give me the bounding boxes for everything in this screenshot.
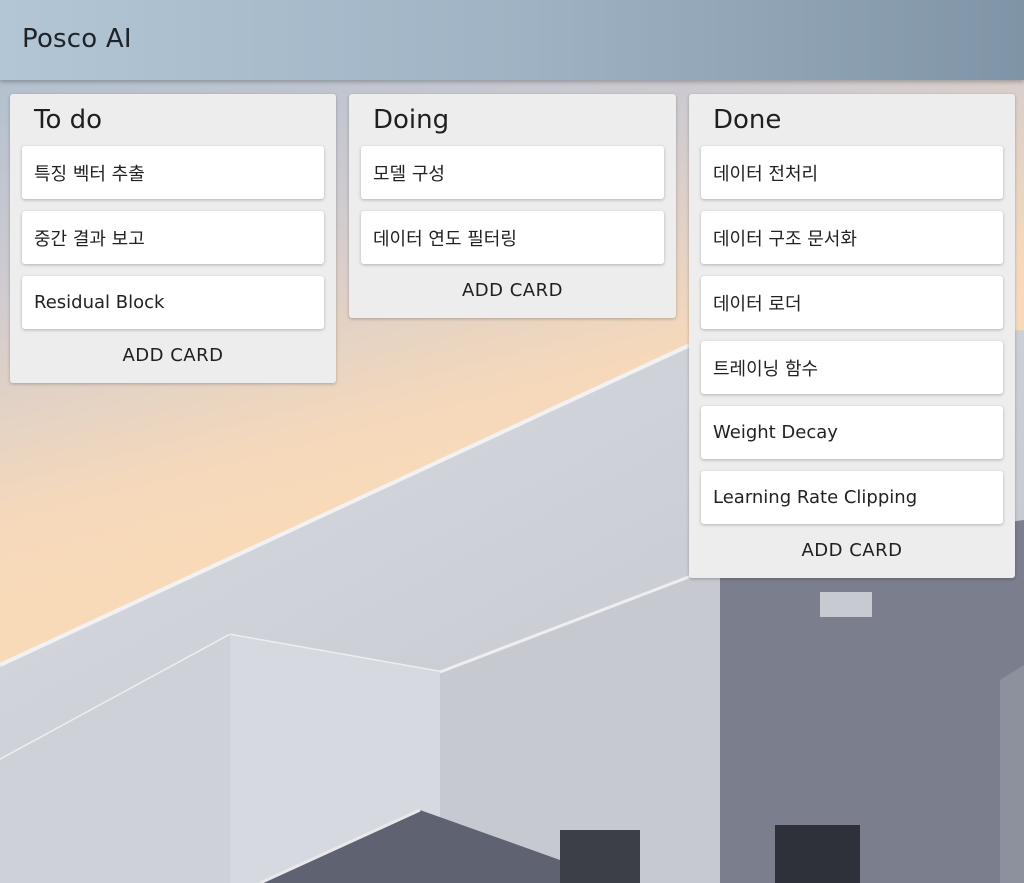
card[interactable]: Residual Block <box>22 276 324 329</box>
column-done: Done 데이터 전처리 데이터 구조 문서화 데이터 로더 트레이닝 함수 W… <box>689 94 1015 578</box>
column-title: Doing <box>373 105 450 135</box>
add-card-button[interactable]: ADD CARD <box>349 264 676 316</box>
column-title: Done <box>713 105 782 135</box>
card[interactable]: 데이터 연도 필터링 <box>361 211 664 264</box>
card[interactable]: 모델 구성 <box>361 146 664 199</box>
card[interactable]: 데이터 전처리 <box>701 146 1003 199</box>
column-title: To do <box>34 105 103 135</box>
card[interactable]: 특징 벡터 추출 <box>22 146 324 199</box>
card[interactable]: 데이터 구조 문서화 <box>701 211 1003 264</box>
add-card-button[interactable]: ADD CARD <box>689 524 1015 576</box>
card[interactable]: Learning Rate Clipping <box>701 471 1003 524</box>
card[interactable]: 데이터 로더 <box>701 276 1003 329</box>
column-todo: To do 특징 벡터 추출 중간 결과 보고 Residual Block A… <box>10 94 336 383</box>
add-card-button[interactable]: ADD CARD <box>10 329 336 381</box>
card[interactable]: 중간 결과 보고 <box>22 211 324 264</box>
card[interactable]: Weight Decay <box>701 406 1003 459</box>
column-doing: Doing 모델 구성 데이터 연도 필터링 ADD CARD <box>349 94 676 318</box>
app-title: Posco AI <box>22 24 132 54</box>
card[interactable]: 트레이닝 함수 <box>701 341 1003 394</box>
app-bar: Posco AI <box>0 0 1024 80</box>
